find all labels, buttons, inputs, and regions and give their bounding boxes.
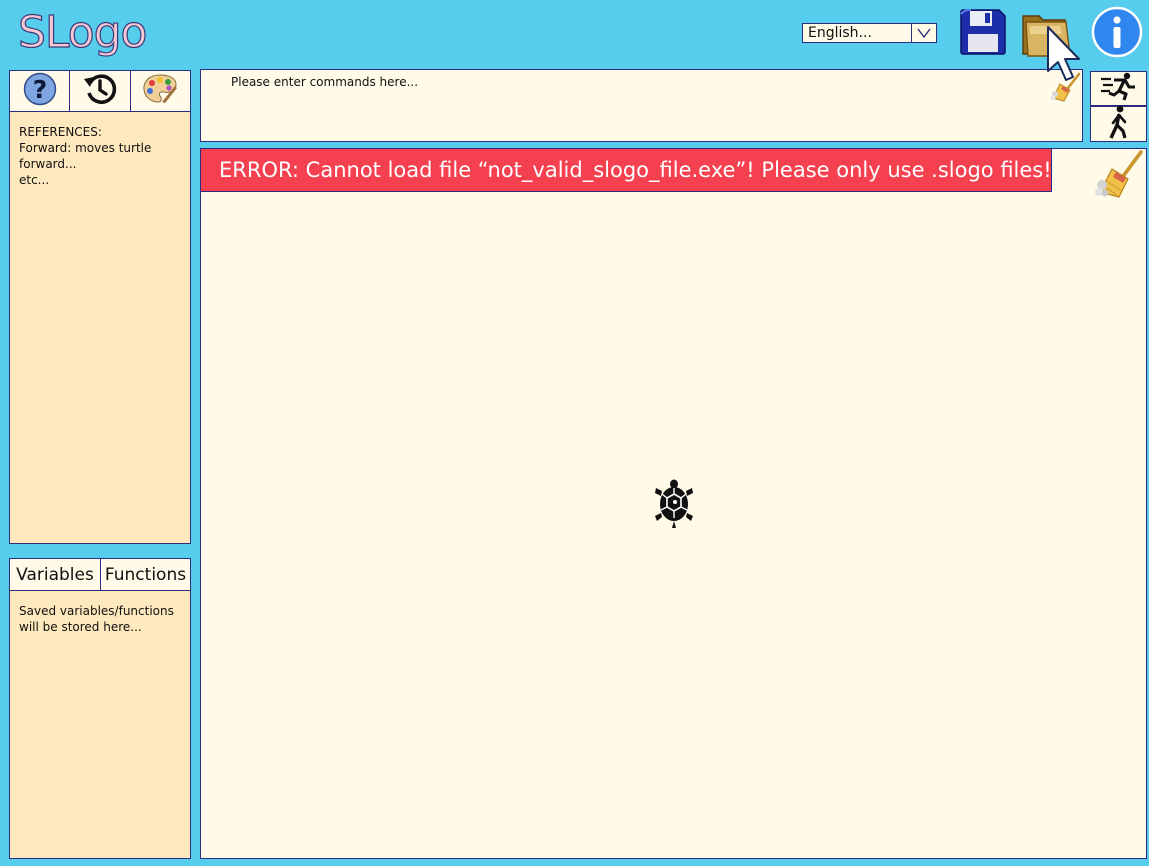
clear-canvas-broom-icon[interactable] xyxy=(1094,149,1146,201)
turtle-canvas[interactable]: ERROR: Cannot load file “not_valid_slogo… xyxy=(200,148,1147,859)
walking-figure-icon xyxy=(1106,105,1132,144)
broom-icon[interactable] xyxy=(1050,72,1082,102)
turtle-icon xyxy=(653,479,695,529)
palette-tab[interactable] xyxy=(131,71,190,111)
save-icon[interactable] xyxy=(957,6,1009,58)
tab-functions[interactable]: Functions xyxy=(101,559,190,590)
history-tab[interactable] xyxy=(70,71,131,112)
app-title: SLogo xyxy=(17,7,148,58)
command-box xyxy=(200,69,1083,142)
reference-tabs: ? xyxy=(10,71,190,112)
language-value: English... xyxy=(808,25,872,41)
help-tab[interactable]: ? xyxy=(10,71,71,111)
chevron-down-icon[interactable] xyxy=(911,24,936,42)
history-icon xyxy=(82,71,118,112)
storage-text: Saved variables/functions will be stored… xyxy=(19,604,174,634)
help-icon: ? xyxy=(23,72,57,111)
reference-panel: ? REFERENCES: Forward: moves turtle forw… xyxy=(9,70,191,544)
storage-tabs: Variables Functions xyxy=(10,559,190,591)
error-message: ERROR: Cannot load file “not_valid_slogo… xyxy=(201,149,1052,192)
run-fast-button[interactable] xyxy=(1090,71,1147,106)
tab-variables[interactable]: Variables xyxy=(10,559,101,590)
storage-panel: Variables Functions Saved variables/func… xyxy=(9,558,191,859)
running-figure-icon xyxy=(1099,71,1139,106)
language-select[interactable]: English... xyxy=(802,23,937,43)
run-step-button[interactable] xyxy=(1090,105,1147,144)
open-folder-icon[interactable] xyxy=(1020,6,1072,58)
palette-icon xyxy=(142,72,178,111)
info-icon[interactable] xyxy=(1091,6,1143,58)
command-input[interactable] xyxy=(201,70,1082,141)
svg-text:?: ? xyxy=(32,75,47,104)
references-text: REFERENCES: Forward: moves turtle forwar… xyxy=(19,125,152,187)
